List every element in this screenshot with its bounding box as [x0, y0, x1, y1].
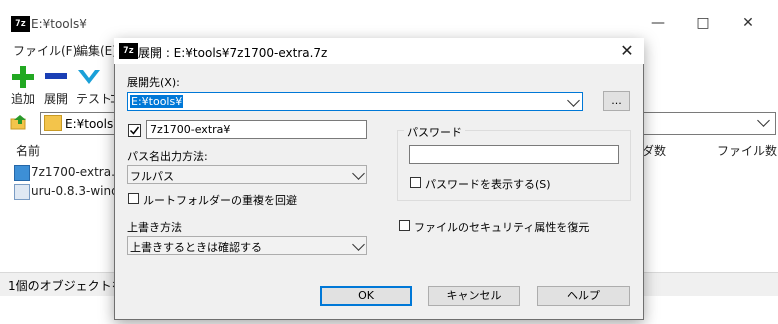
dialog-title: 展開 : E:¥tools¥7z1700-extra.7z	[138, 46, 328, 60]
window-title: E:¥tools¥	[31, 17, 87, 31]
address-text: E:¥tools¥	[65, 117, 121, 131]
folder-icon	[44, 115, 62, 131]
archive-icon	[14, 165, 30, 181]
help-button[interactable]: ヘルプ	[537, 286, 630, 306]
list-item[interactable]: uru-0.8.3-windo	[31, 184, 126, 198]
add-button[interactable]	[12, 66, 34, 88]
show-password-checkbox[interactable]	[410, 177, 421, 188]
dest-value: E:¥tools¥	[130, 95, 184, 108]
app-icon: 7z	[11, 16, 30, 32]
menu-file[interactable]: ファイル(F)	[13, 42, 77, 59]
check-down-icon	[78, 70, 100, 84]
overwrite-label: 上書き方法	[127, 221, 182, 234]
extract-label[interactable]: 展開	[44, 90, 68, 107]
eliminate-duplicates-label[interactable]: ルートフォルダーの重複を回避	[143, 192, 297, 208]
subfolder-checkbox[interactable]	[128, 124, 141, 137]
overwrite-value: 上書きするときは確認する	[130, 241, 262, 254]
test-label[interactable]: テスト	[76, 90, 112, 107]
dest-combo[interactable]	[127, 92, 583, 111]
dialog-app-icon: 7z	[119, 43, 138, 59]
browse-button[interactable]: ...	[603, 91, 630, 111]
dest-label: 展開先(X):	[127, 76, 180, 89]
password-group-label: パスワード	[404, 124, 465, 140]
maximize-button[interactable]: □	[693, 14, 713, 32]
eliminate-duplicates-checkbox[interactable]	[128, 193, 139, 204]
column-folders[interactable]: ダ数	[642, 142, 666, 159]
file-icon	[14, 184, 30, 200]
plus-icon	[12, 66, 34, 88]
show-password-label[interactable]: パスワードを表示する(S)	[425, 176, 551, 192]
restore-security-label[interactable]: ファイルのセキュリティ属性を復元	[414, 219, 589, 235]
path-mode-label: パス名出力方法:	[127, 150, 208, 163]
menu-edit[interactable]: 編集(E)	[76, 42, 117, 59]
password-input[interactable]	[409, 145, 619, 164]
column-files[interactable]: ファイル数	[717, 142, 777, 159]
cancel-button[interactable]: キャンセル	[428, 286, 520, 306]
ok-button[interactable]: OK	[320, 286, 412, 306]
column-name[interactable]: 名前	[16, 142, 40, 159]
restore-security-checkbox[interactable]	[399, 220, 410, 231]
subfolder-value: 7z1700-extra¥	[150, 123, 231, 136]
dialog-close-button[interactable]: ✕	[616, 41, 638, 61]
extract-button[interactable]	[45, 66, 67, 88]
test-button[interactable]	[78, 66, 100, 88]
up-folder-icon	[10, 115, 26, 130]
close-button[interactable]: ✕	[738, 14, 758, 32]
checkmark-icon	[129, 126, 140, 135]
minimize-button[interactable]: —	[648, 14, 668, 32]
up-folder-button[interactable]	[10, 114, 28, 130]
path-mode-value: フルパス	[130, 170, 174, 183]
minus-icon	[45, 73, 67, 79]
add-label[interactable]: 追加	[11, 90, 35, 107]
